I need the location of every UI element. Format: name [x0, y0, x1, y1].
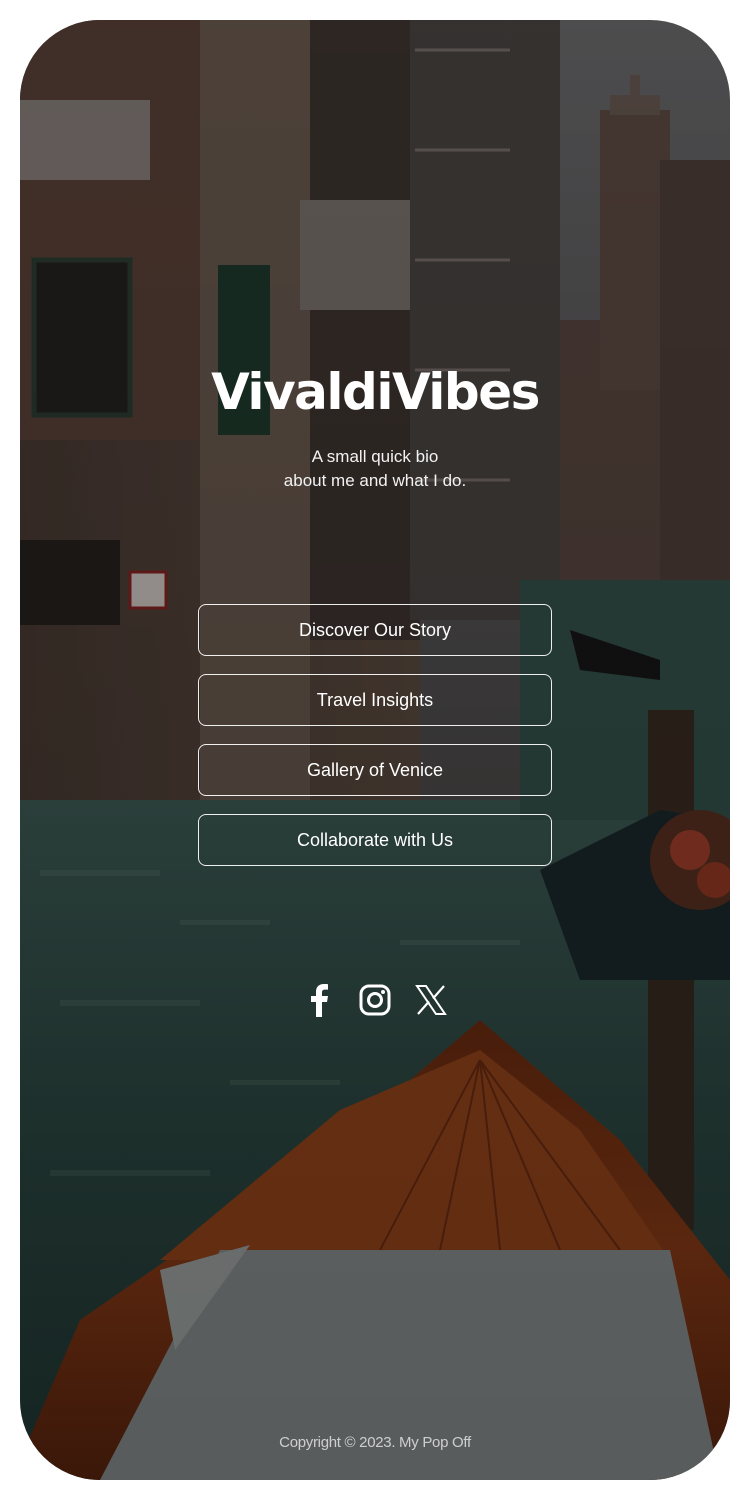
link-button-collaborate-with-us[interactable]: Collaborate with Us	[198, 814, 552, 866]
facebook-icon[interactable]	[303, 983, 335, 1017]
bio-line-2: about me and what I do.	[283, 471, 467, 490]
profile-bio: A small quick bio about me and what I do…	[20, 445, 730, 493]
x-icon[interactable]	[415, 983, 447, 1017]
profile-card: VivaldiVibes A small quick bio about me …	[20, 20, 730, 1480]
copyright-text: Copyright © 2023. My Pop Off	[279, 1434, 471, 1451]
profile-title: VivaldiVibes	[211, 363, 540, 421]
bio-line-1: A small quick bio	[311, 447, 439, 466]
social-icons	[20, 983, 730, 1017]
link-list: Discover Our Story Travel Insights Galle…	[198, 604, 552, 884]
link-button-travel-insights[interactable]: Travel Insights	[198, 674, 552, 726]
instagram-icon[interactable]	[359, 983, 391, 1017]
profile-content: VivaldiVibes A small quick bio about me …	[20, 20, 730, 1480]
link-button-gallery-of-venice[interactable]: Gallery of Venice	[198, 744, 552, 796]
link-button-discover-our-story[interactable]: Discover Our Story	[198, 604, 552, 656]
